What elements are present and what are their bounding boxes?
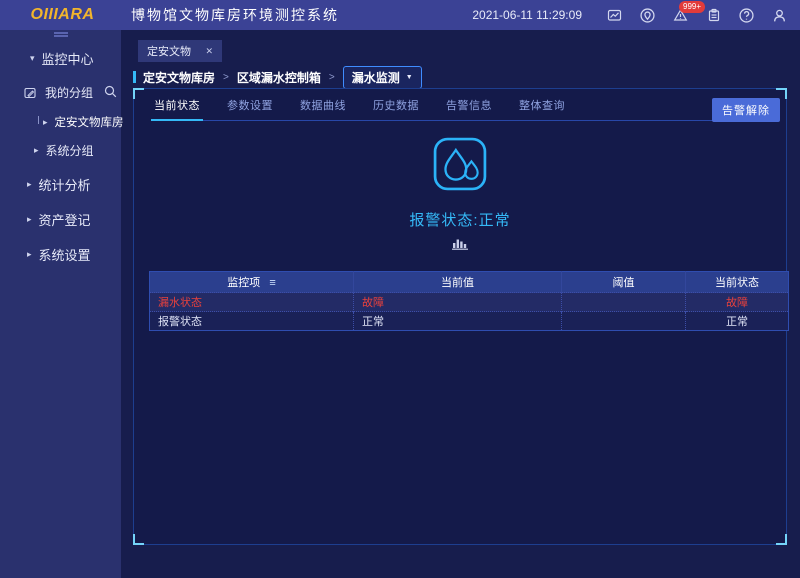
- cell-threshold: [562, 312, 686, 331]
- device-dropdown[interactable]: 漏水监测 ▼: [343, 66, 422, 89]
- breadcrumb: 定安文物库房 > 区域漏水控制箱 > 漏水监测 ▼: [133, 66, 422, 88]
- col-header-monitor-item: 监控项 ≡: [150, 272, 354, 293]
- table-header-row: 监控项 ≡ 当前值 阈值 当前状态: [150, 272, 789, 293]
- chevron-down-icon: ▾: [30, 53, 35, 64]
- chevron-down-icon: ▼: [406, 74, 413, 81]
- sidebar-item-label: 资产登记: [39, 210, 91, 229]
- table-row-leak-status: 漏水状态 故障 故障: [150, 293, 789, 312]
- group-icon: [24, 87, 36, 99]
- panel-corner-accent: [133, 88, 144, 99]
- panel-corner-accent: [776, 534, 787, 545]
- cell-item: 漏水状态: [150, 293, 354, 312]
- sidebar-item-label: 定安文物库房: [55, 114, 124, 130]
- screenshot-icon[interactable]: [598, 0, 631, 30]
- chevron-right-icon: ▸: [27, 214, 32, 225]
- sidebar-item-dingan-warehouse[interactable]: ▸ 定安文物库房: [38, 114, 121, 130]
- brand-logo: OIIIARA: [0, 6, 125, 24]
- user-icon[interactable]: [763, 0, 796, 30]
- water-drop-icon: [433, 137, 487, 196]
- sidebar-item-system-settings[interactable]: ▸ 系统设置: [27, 245, 121, 264]
- status-block: 报警状态:正常: [134, 137, 786, 255]
- help-icon[interactable]: [730, 0, 763, 30]
- sidebar-item-monitor-center[interactable]: ▾ 监控中心: [30, 49, 121, 68]
- col-header-current-status: 当前状态: [686, 272, 789, 293]
- workspace-tab-label: 定安文物: [147, 43, 191, 59]
- header-actions: 2021-06-11 11:29:09 999+: [472, 0, 796, 30]
- panel-tab-bar: 当前状态 参数设置 数据曲线 历史数据 告警信息 整体查询: [154, 97, 714, 121]
- cell-status: 故障: [686, 293, 789, 312]
- sidebar-item-label: 系统分组: [46, 142, 94, 159]
- sidebar-item-label: 系统设置: [39, 245, 91, 264]
- search-icon[interactable]: [104, 85, 117, 98]
- tree-branch-line: [38, 116, 39, 124]
- chevron-right-icon: ▸: [34, 145, 39, 156]
- tab-current-status[interactable]: 当前状态: [154, 97, 200, 113]
- log-clipboard-icon[interactable]: [697, 0, 730, 30]
- device-dropdown-value: 漏水监测: [352, 69, 400, 86]
- col-header-current-value: 当前值: [354, 272, 562, 293]
- sidebar-collapse-handle[interactable]: [54, 32, 68, 37]
- list-icon[interactable]: ≡: [269, 277, 275, 289]
- breadcrumb-level2[interactable]: 区域漏水控制箱: [237, 69, 321, 86]
- alarm-clear-button[interactable]: 告警解除: [712, 98, 780, 122]
- sidebar-item-label: 我的分组: [45, 84, 93, 101]
- breadcrumb-separator: >: [329, 72, 335, 83]
- sidebar-item-statistics[interactable]: ▸ 统计分析: [27, 175, 121, 194]
- panel-corner-accent: [133, 534, 144, 545]
- alarm-status-text: 报警状态:正常: [134, 209, 786, 230]
- tab-history-data[interactable]: 历史数据: [373, 97, 419, 113]
- table-row-alarm-status: 报警状态 正常 正常: [150, 312, 789, 331]
- breadcrumb-accent-bar: [133, 71, 136, 83]
- sidebar-item-system-groups[interactable]: ▸ 系统分组: [34, 142, 121, 159]
- cell-item: 报警状态: [150, 312, 354, 331]
- breadcrumb-level1[interactable]: 定安文物库房: [143, 69, 215, 86]
- cell-value: 正常: [354, 312, 562, 331]
- sidebar-item-label: 监控中心: [42, 49, 94, 68]
- datetime: 2021-06-11 11:29:09: [472, 8, 582, 22]
- sidebar: ▾ 监控中心 我的分组 ▸ 定安文物库房 ▸ 系统分组 ▸ 统计分析 ▸: [0, 30, 121, 578]
- top-header: OIIIARA 博物馆文物库房环境测控系统 2021-06-11 11:29:0…: [0, 0, 800, 30]
- bar-chart-icon[interactable]: [134, 237, 786, 255]
- workspace-tab[interactable]: 定安文物 ✕: [138, 40, 222, 62]
- close-icon[interactable]: ✕: [205, 46, 213, 57]
- chevron-right-icon: ▸: [43, 117, 48, 128]
- alarm-warning-icon[interactable]: 999+: [664, 0, 697, 30]
- tab-overall-query[interactable]: 整体查询: [519, 97, 565, 113]
- col-header-threshold: 阈值: [562, 272, 686, 293]
- location-icon[interactable]: [631, 0, 664, 30]
- sidebar-item-my-groups[interactable]: 我的分组: [24, 84, 121, 101]
- chevron-right-icon: ▸: [27, 249, 32, 260]
- chevron-right-icon: ▸: [27, 179, 32, 190]
- sidebar-item-label: 统计分析: [39, 175, 91, 194]
- sidebar-item-asset-register[interactable]: ▸ 资产登记: [27, 210, 121, 229]
- tab-parameter-settings[interactable]: 参数设置: [227, 97, 273, 113]
- cell-value: 故障: [354, 293, 562, 312]
- tab-alarm-info[interactable]: 告警信息: [446, 97, 492, 113]
- monitor-items-table: 监控项 ≡ 当前值 阈值 当前状态 漏水状态 故障 故障 报警状态 正常 正常: [149, 271, 789, 331]
- breadcrumb-separator: >: [223, 72, 229, 83]
- tab-data-curve[interactable]: 数据曲线: [300, 97, 346, 113]
- device-detail-panel: 当前状态 参数设置 数据曲线 历史数据 告警信息 整体查询 告警解除 报警状态:…: [133, 88, 787, 545]
- cell-threshold: [562, 293, 686, 312]
- cell-status: 正常: [686, 312, 789, 331]
- app-title: 博物馆文物库房环境测控系统: [131, 5, 339, 25]
